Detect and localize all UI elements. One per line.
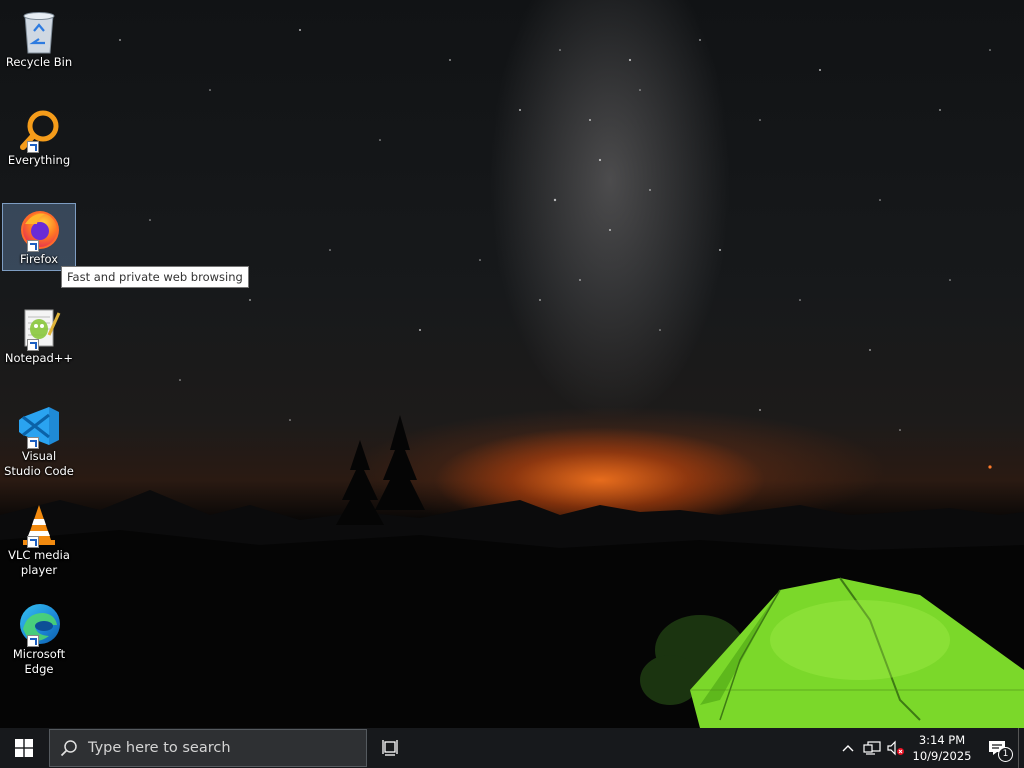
edge-icon bbox=[15, 601, 63, 647]
notification-count-badge: 1 bbox=[998, 747, 1013, 762]
search-icon bbox=[50, 739, 88, 757]
shortcut-arrow-icon bbox=[27, 437, 39, 449]
desktop-icon-vlc[interactable]: VLC media player bbox=[2, 499, 76, 583]
pine-trees bbox=[336, 415, 425, 525]
shortcut-arrow-icon bbox=[27, 536, 39, 548]
clock-time: 3:14 PM bbox=[918, 733, 966, 747]
taskbar-search-box[interactable]: Type here to search bbox=[49, 729, 367, 767]
desktop-icon-vscode[interactable]: Visual Studio Code bbox=[2, 400, 76, 484]
desktop-icon-edge[interactable]: Microsoft Edge bbox=[2, 598, 76, 682]
network-ethernet-icon bbox=[863, 741, 881, 755]
search-placeholder: Type here to search bbox=[88, 740, 231, 756]
icon-label: Notepad++ bbox=[4, 351, 74, 365]
network-button[interactable] bbox=[860, 728, 884, 768]
system-tray: 3:14 PM 10/9/2025 1 bbox=[836, 728, 1024, 768]
shortcut-arrow-icon bbox=[27, 141, 39, 153]
show-hidden-icons-button[interactable] bbox=[836, 728, 860, 768]
icon-label: Recycle Bin bbox=[5, 55, 73, 69]
desktop[interactable]: Recycle Bin Everything Firefox Notepad++… bbox=[0, 0, 1024, 728]
icon-label: VLC media player bbox=[8, 548, 70, 577]
vlc-cone-icon bbox=[15, 502, 63, 548]
task-view-icon bbox=[382, 740, 398, 756]
desktop-icon-everything[interactable]: Everything bbox=[2, 104, 76, 172]
recycle-bin-icon bbox=[15, 9, 63, 55]
desktop-icon-notepadplusplus[interactable]: Notepad++ bbox=[2, 302, 76, 370]
chevron-up-icon bbox=[842, 745, 854, 752]
start-button[interactable] bbox=[0, 728, 48, 768]
clock-date: 10/9/2025 bbox=[912, 749, 972, 763]
taskbar-clock[interactable]: 3:14 PM 10/9/2025 bbox=[908, 728, 976, 768]
icon-label: Visual Studio Code bbox=[4, 449, 74, 478]
task-view-button[interactable] bbox=[367, 728, 415, 768]
volume-muted-icon bbox=[887, 740, 904, 756]
desktop-icon-firefox[interactable]: Firefox bbox=[2, 203, 76, 271]
notepadplusplus-icon bbox=[15, 305, 63, 351]
icon-label: Everything bbox=[7, 153, 71, 167]
stars bbox=[119, 29, 991, 431]
show-desktop-button[interactable] bbox=[1018, 728, 1024, 768]
taskbar: Type here to search 3:14 PM 10/9/2025 1 bbox=[0, 728, 1024, 768]
volume-button[interactable] bbox=[884, 728, 908, 768]
wallpaper bbox=[0, 29, 1024, 728]
vscode-icon bbox=[15, 403, 63, 449]
firefox-tooltip: Fast and private web browsing bbox=[61, 266, 249, 288]
red-light bbox=[988, 465, 992, 469]
shortcut-arrow-icon bbox=[27, 635, 39, 647]
windows-logo-icon bbox=[15, 739, 33, 757]
icon-label: Microsoft Edge bbox=[12, 647, 66, 676]
desktop-icon-recycle-bin[interactable]: Recycle Bin bbox=[2, 6, 76, 74]
action-center-button[interactable]: 1 bbox=[976, 728, 1018, 768]
shortcut-arrow-icon bbox=[27, 339, 39, 351]
everything-search-icon bbox=[15, 107, 63, 153]
firefox-icon bbox=[15, 206, 63, 252]
icon-label: Firefox bbox=[19, 252, 59, 266]
shortcut-arrow-icon bbox=[27, 240, 39, 252]
